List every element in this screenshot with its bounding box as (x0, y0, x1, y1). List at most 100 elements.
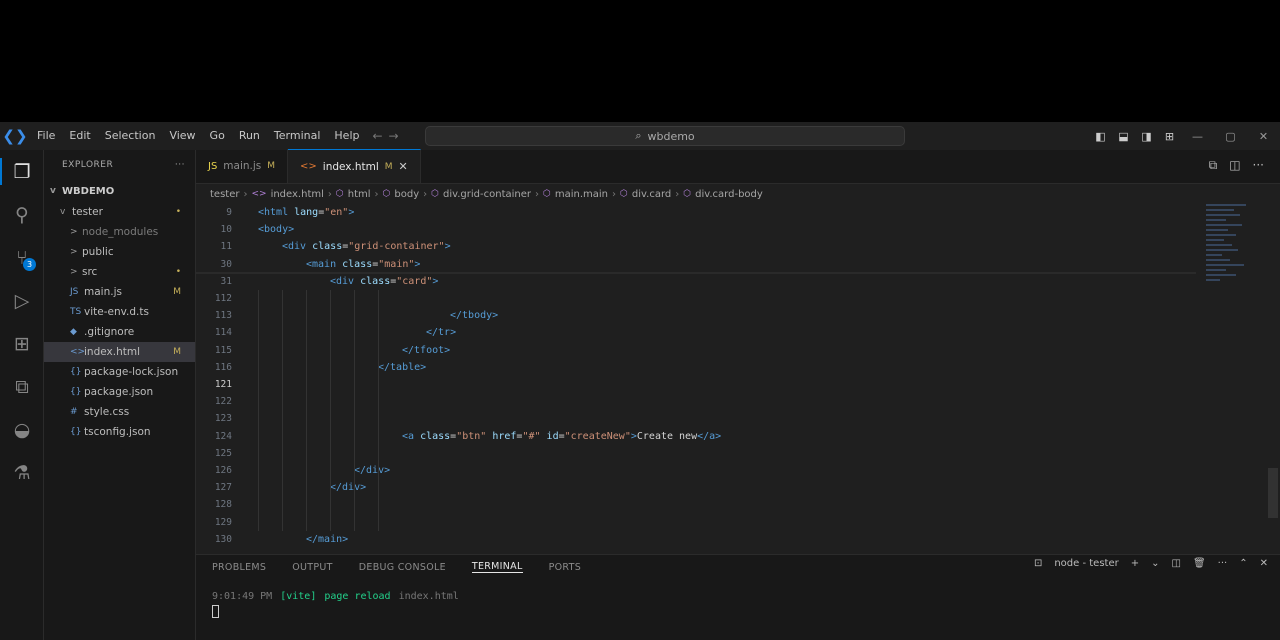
breadcrumb-item[interactable]: html (348, 189, 371, 200)
tab-main-js[interactable]: JS main.js M (196, 149, 289, 183)
search-view-icon[interactable]: ⚲ (0, 193, 44, 236)
minimap-line (1206, 204, 1246, 206)
code-editor[interactable]: 9 <html lang="en"> 10 <body> 11 <div class="g… (196, 204, 1280, 554)
explorer-icon[interactable]: ❐ (0, 150, 44, 193)
tree-item[interactable]: > src • (44, 262, 195, 282)
breadcrumb-separator: › (374, 188, 379, 200)
extensions-icon[interactable]: ⊞ (0, 322, 44, 365)
menu-selection[interactable]: Selection (98, 122, 163, 150)
activity-bar: ❐ ⚲ ⑂ 3 ▷ ⊞ ⧉ ◒ ⚗ (0, 150, 44, 640)
code-text: <main class="main"> (306, 259, 420, 270)
indent-guide (306, 290, 307, 531)
tree-item[interactable]: <> index.html M (44, 342, 195, 362)
tree-item[interactable]: {} tsconfig.json (44, 422, 195, 442)
tree-item-label: src (82, 266, 98, 278)
breadcrumb-item[interactable]: main.main (555, 189, 608, 200)
panel-tab-problems[interactable]: PROBLEMS (212, 562, 266, 573)
code-token: "card" (396, 275, 433, 287)
more-actions-icon[interactable]: ··· (1218, 558, 1228, 569)
tree-item[interactable]: v tester • (44, 202, 195, 222)
panel-tab-ports[interactable]: PORTS (549, 562, 581, 573)
tab-index-html[interactable]: <> index.html M ✕ (288, 149, 421, 183)
terminal-tag: [vite] (280, 591, 317, 602)
menu-go[interactable]: Go (203, 122, 232, 150)
menu-file[interactable]: File (30, 122, 62, 150)
close-tab-icon[interactable]: ✕ (399, 160, 408, 173)
breadcrumb-item[interactable]: div.card-body (695, 189, 763, 200)
tree-item[interactable]: JS main.js M (44, 282, 195, 302)
file-type-icon: {} (70, 367, 82, 377)
terminal-output[interactable]: 9:01:49 PM [vite] page reload index.html (196, 579, 1280, 630)
minimap[interactable] (1206, 204, 1266, 344)
tree-item-label: index.html (84, 346, 140, 358)
customize-layout-icon[interactable]: ⊞ (1158, 122, 1181, 150)
terminal-shell-label[interactable]: node - tester (1054, 558, 1118, 569)
tree-item[interactable]: TS vite-env.d.ts (44, 302, 195, 322)
toggle-panel-icon[interactable]: ⬓ (1112, 122, 1135, 150)
minimize-icon[interactable]: — (1181, 122, 1214, 150)
line-number: 115 (214, 344, 232, 356)
close-window-icon[interactable]: ✕ (1247, 122, 1280, 150)
workspace-root-folder[interactable]: v WBDEMO (44, 180, 195, 202)
tree-item[interactable]: ◆ .gitignore (44, 322, 195, 342)
code-token: class (420, 430, 451, 442)
menu-terminal[interactable]: Terminal (267, 122, 328, 150)
more-actions-icon[interactable]: ··· (175, 160, 185, 170)
line-number: 126 (214, 465, 232, 476)
code-line: 114 </tr> (196, 324, 1196, 341)
chevron-down-icon[interactable]: ⌄ (1151, 558, 1159, 569)
back-arrow-icon[interactable]: ← (372, 129, 382, 143)
split-editor-icon[interactable]: ◫ (1229, 158, 1240, 173)
panel-tab-debug-console[interactable]: DEBUG CONSOLE (359, 562, 446, 573)
code-line: 31 <div class="card"> (196, 273, 1196, 290)
split-terminal-icon[interactable]: ◫ (1172, 558, 1181, 569)
menu-edit[interactable]: Edit (62, 122, 97, 150)
maximize-icon[interactable]: ▢ (1214, 122, 1247, 150)
breadcrumb-item[interactable]: div.card (632, 189, 671, 200)
code-token: class (342, 258, 373, 270)
run-debug-icon[interactable]: ▷ (0, 279, 44, 322)
bottom-panel: PROBLEMS OUTPUT DEBUG CONSOLE TERMINAL PORTS… (196, 554, 1280, 640)
forward-arrow-icon[interactable]: → (389, 129, 399, 143)
docker-icon[interactable]: ◒ (0, 408, 44, 451)
code-line: 125 (196, 445, 1196, 462)
code-token: <html (258, 207, 295, 218)
breadcrumb-item[interactable]: tester (210, 189, 239, 200)
testing-icon[interactable]: ⚗ (0, 451, 44, 494)
tree-item[interactable]: > node_modules (44, 222, 195, 242)
tree-item-label: vite-env.d.ts (84, 306, 149, 318)
minimap-line (1206, 269, 1226, 271)
minimap-line (1206, 244, 1232, 246)
remote-explorer-icon[interactable]: ⧉ (0, 365, 44, 408)
open-changes-icon[interactable]: ⧉ (1209, 158, 1218, 173)
menu-help[interactable]: Help (327, 122, 366, 150)
source-control-icon[interactable]: ⑂ 3 (0, 236, 44, 279)
more-actions-icon[interactable]: ··· (1253, 158, 1264, 173)
tree-item[interactable]: {} package-lock.json (44, 362, 195, 382)
tree-item[interactable]: {} package.json (44, 382, 195, 402)
tree-item[interactable]: > public (44, 242, 195, 262)
kill-terminal-icon[interactable]: 🗑 (1193, 558, 1206, 569)
menu-run[interactable]: Run (232, 122, 267, 150)
editor-actions: ⧉ ◫ ··· (1209, 158, 1264, 173)
breadcrumb-item[interactable]: body (394, 189, 419, 200)
editor-scrollbar[interactable] (1268, 468, 1278, 518)
close-panel-icon[interactable]: ✕ (1260, 558, 1268, 569)
breadcrumb-item[interactable]: index.html (271, 189, 324, 200)
breadcrumb-separator: › (423, 188, 428, 200)
panel-tab-terminal[interactable]: TERMINAL (471, 561, 523, 573)
breadcrumb-separator: › (535, 188, 540, 200)
breadcrumb-item[interactable]: div.grid-container (443, 189, 531, 200)
line-number: 11 (220, 241, 232, 253)
code-token: class (360, 275, 391, 287)
panel-tab-output[interactable]: OUTPUT (292, 562, 333, 573)
tree-item[interactable]: # style.css (44, 402, 195, 422)
tree-item-label: .gitignore (84, 326, 135, 338)
command-center-search[interactable]: ⌕ wbdemo (425, 126, 905, 146)
menu-view[interactable]: View (162, 122, 202, 150)
toggle-secondary-sidebar-icon[interactable]: ◨ (1135, 122, 1158, 150)
menu-bar: File Edit Selection View Go Run Terminal… (30, 122, 399, 150)
toggle-primary-sidebar-icon[interactable]: ◧ (1089, 122, 1112, 150)
new-terminal-icon[interactable]: + (1131, 558, 1139, 569)
maximize-panel-icon[interactable]: ⌃ (1239, 558, 1247, 569)
